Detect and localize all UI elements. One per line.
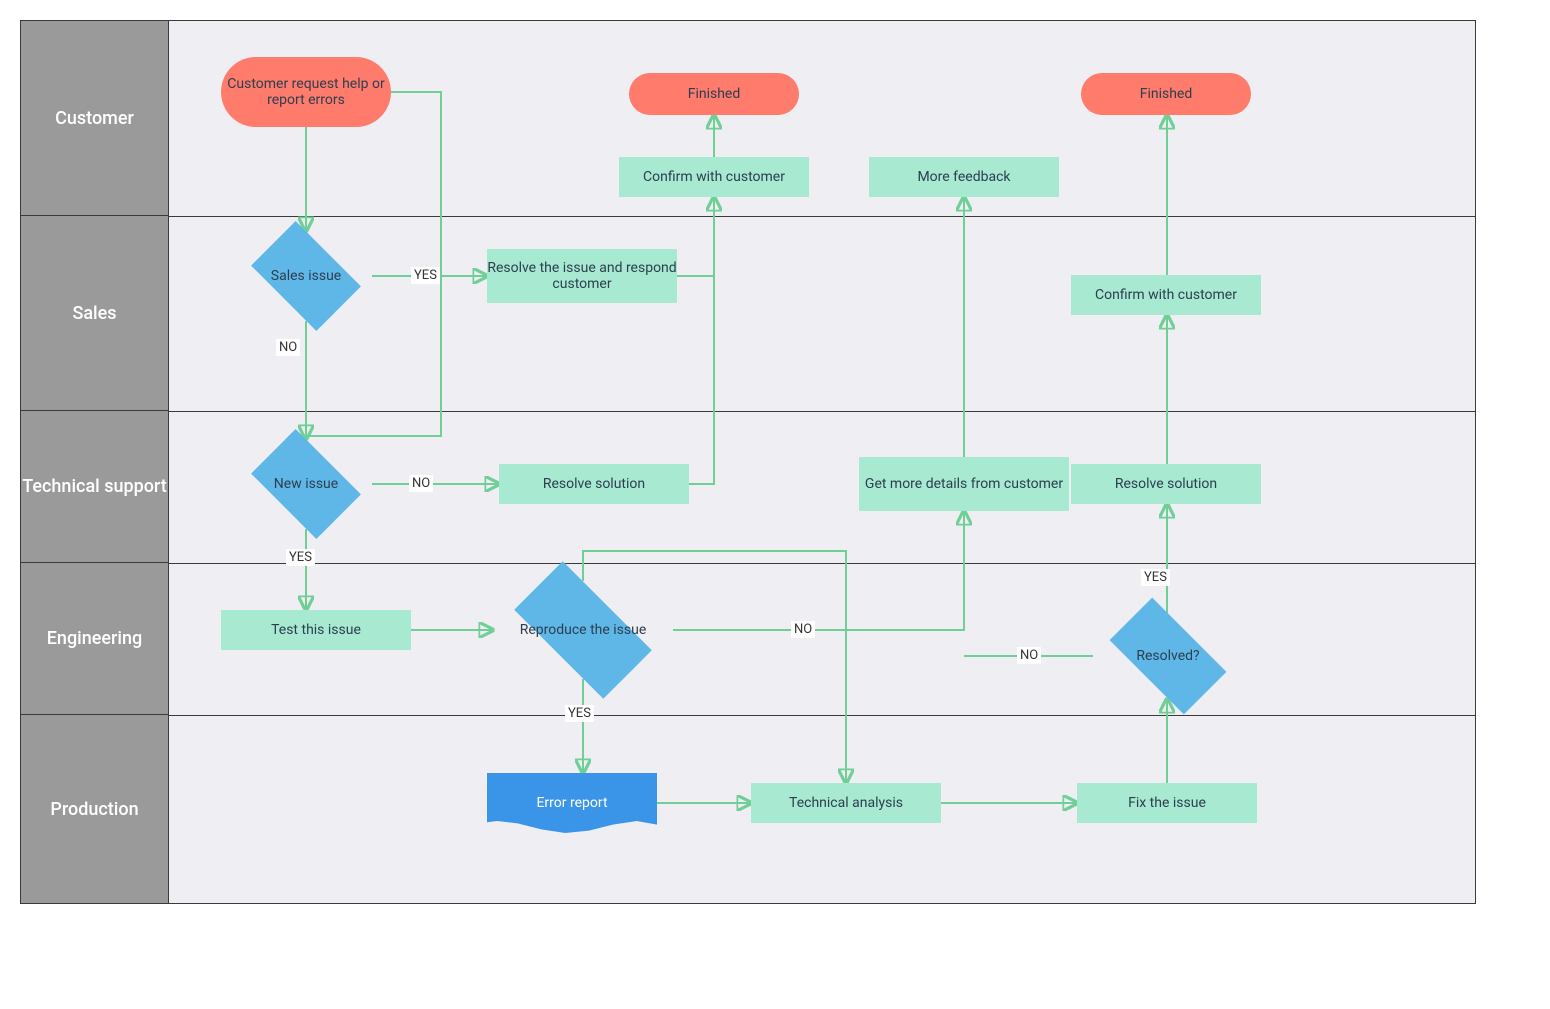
- lane-tech-support: Technical support: [21, 411, 169, 563]
- node-sales-issue[interactable]: Sales issue: [240, 231, 372, 321]
- edge-label: NO: [791, 621, 815, 638]
- swimlane-diagram: Customer Sales Technical support Enginee…: [20, 20, 1476, 904]
- lane-production: Production: [21, 715, 169, 903]
- node-test-issue[interactable]: Test this issue: [221, 610, 411, 650]
- node-resolve-respond[interactable]: Resolve the issue and respond customer: [487, 249, 677, 303]
- node-finished-2[interactable]: Finished: [1081, 73, 1251, 115]
- lane-separator: [169, 563, 1475, 564]
- lane-separator: [169, 216, 1475, 217]
- node-confirm-customer-1[interactable]: Confirm with customer: [619, 157, 809, 197]
- edge-label: NO: [1017, 647, 1041, 664]
- node-error-report[interactable]: Error report: [487, 773, 657, 833]
- lane-customer: Customer: [21, 21, 169, 216]
- node-start[interactable]: Customer request help or report errors: [221, 57, 391, 127]
- lane-engineering: Engineering: [21, 563, 169, 715]
- edge-label: YES: [411, 267, 440, 284]
- lane-separator: [169, 715, 1475, 716]
- edge-label: YES: [286, 549, 315, 566]
- edge-label: NO: [409, 475, 433, 492]
- node-get-details[interactable]: Get more details from customer: [859, 457, 1069, 511]
- lane-separator: [169, 411, 1475, 412]
- node-more-feedback[interactable]: More feedback: [869, 157, 1059, 197]
- node-new-issue[interactable]: New issue: [240, 439, 372, 529]
- edge-label: YES: [565, 705, 594, 722]
- node-reproduce-issue[interactable]: Reproduce the issue: [493, 581, 673, 679]
- node-fix-issue[interactable]: Fix the issue: [1077, 783, 1257, 823]
- node-resolved-question[interactable]: Resolved?: [1093, 613, 1243, 699]
- node-resolve-solution-1[interactable]: Resolve solution: [499, 464, 689, 504]
- node-technical-analysis[interactable]: Technical analysis: [751, 783, 941, 823]
- node-resolve-solution-2[interactable]: Resolve solution: [1071, 464, 1261, 504]
- lane-sales: Sales: [21, 216, 169, 411]
- edge-label: NO: [276, 339, 300, 356]
- node-confirm-customer-2[interactable]: Confirm with customer: [1071, 275, 1261, 315]
- node-finished-1[interactable]: Finished: [629, 73, 799, 115]
- edge-label: YES: [1141, 569, 1170, 586]
